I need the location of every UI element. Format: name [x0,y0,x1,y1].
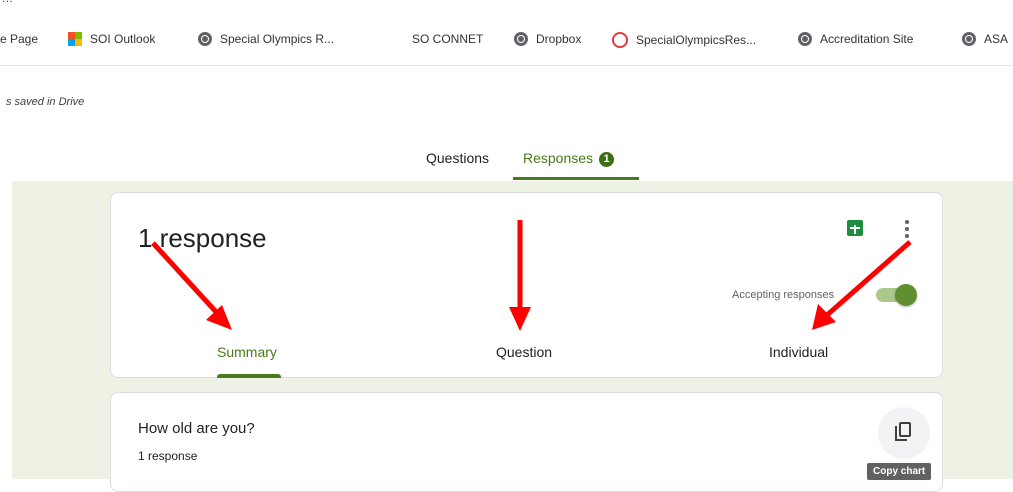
bookmark-special-olympics-r[interactable]: Special Olympics R... [198,32,334,46]
accepting-responses-label: Accepting responses [732,289,835,301]
subtab-summary[interactable]: Summary [217,344,277,360]
microsoft-icon [68,32,82,46]
copy-chart-tooltip: Copy chart [867,463,932,480]
tab-questions[interactable]: Questions [426,150,489,166]
globe-icon [798,32,812,46]
form-tabs: Questions Responses 1 [0,140,1013,180]
responses-count-badge: 1 [599,152,615,167]
bookmarks-bar: e Page SOI Outlook Special Olympics R...… [0,9,1013,66]
toggle-knob[interactable] [895,284,917,306]
active-subtab-indicator [217,374,281,378]
tab-responses[interactable]: Responses 1 [523,150,615,167]
title-strip-text: ... [2,0,13,5]
globe-icon [514,32,528,46]
browser-title-strip: ... [0,0,1013,9]
question-title: How old are you? [138,420,255,437]
copy-icon [899,422,911,437]
active-tab-indicator [513,177,639,180]
special-olympics-icon [612,32,628,48]
bookmark-label: Accreditation Site [820,32,914,46]
tab-responses-label: Responses [523,150,594,166]
bookmark-so-connet[interactable]: SO CONNET [412,32,483,46]
sheets-icon[interactable] [847,220,863,236]
copy-chart-button[interactable] [878,407,930,459]
bookmark-dropbox[interactable]: Dropbox [514,32,581,46]
bookmark-label: SOI Outlook [90,32,156,46]
bookmark-asa[interactable]: ASA [962,32,1008,46]
bookmark-label: ASA [984,32,1009,46]
bookmark-label: Dropbox [536,32,582,46]
globe-icon [198,32,212,46]
responses-summary-card: 1 response Accepting responses Summary Q… [110,192,943,378]
response-count-heading: 1 response [138,223,267,253]
tab-questions-label: Questions [426,150,490,166]
bookmark-label: SO CONNET [412,32,484,46]
question-response-count: 1 response [138,449,198,463]
bookmark-accreditation-site[interactable]: Accreditation Site [798,32,913,46]
globe-icon [962,32,976,46]
more-options-icon[interactable] [903,218,911,240]
subtab-question[interactable]: Question [496,344,552,360]
bookmark-soi-outlook[interactable]: SOI Outlook [68,32,155,46]
bookmark-special-olympics-res[interactable]: SpecialOlympicsRes... [612,32,756,48]
bookmark-label: Special Olympics R... [220,32,335,46]
bookmark-label: e Page [0,32,39,46]
bookmark-label: SpecialOlympicsRes... [636,33,757,47]
bookmark-home-page[interactable]: e Page [0,32,38,46]
subtab-individual[interactable]: Individual [769,344,828,360]
saved-status: s saved in Drive [6,96,85,108]
question-summary-card: How old are you? 1 response [110,392,943,492]
